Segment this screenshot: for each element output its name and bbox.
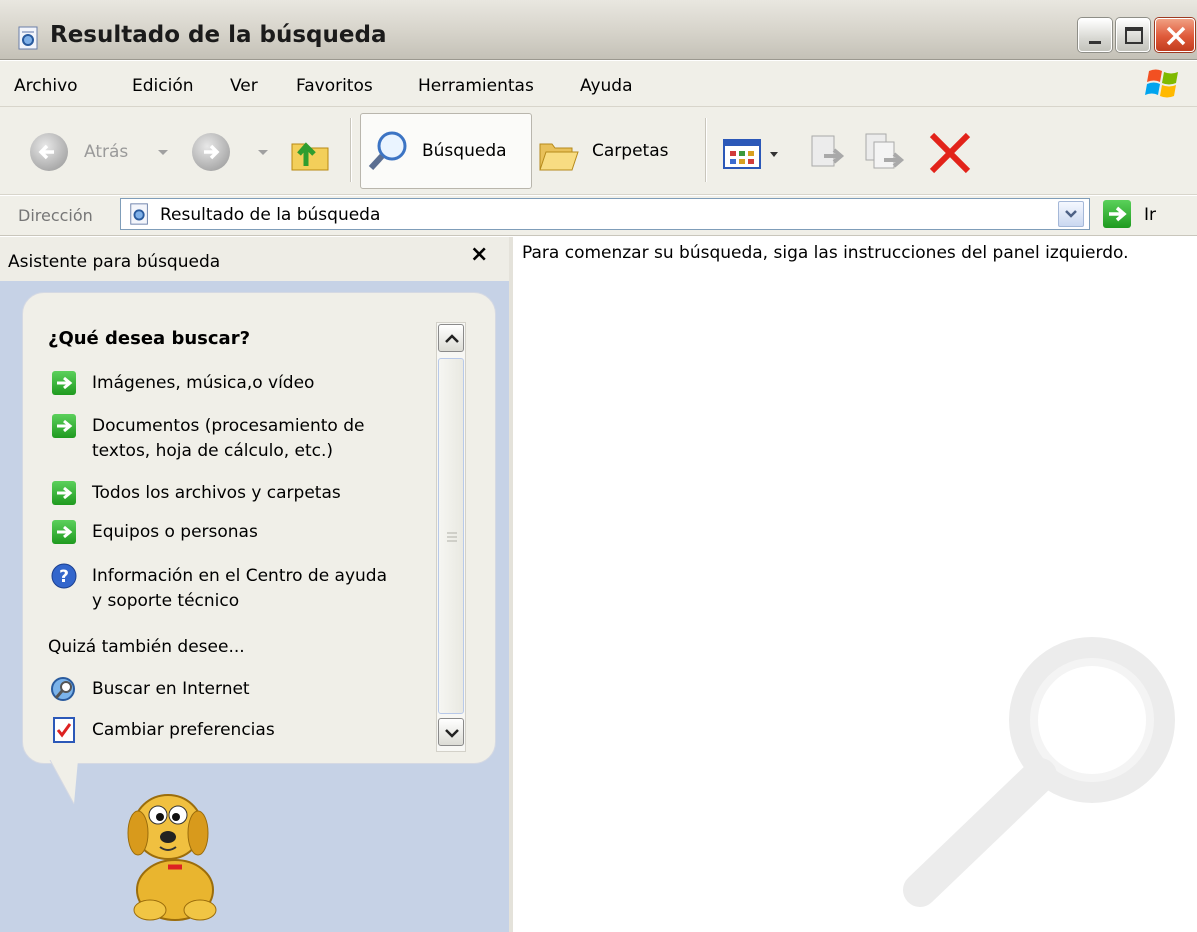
close-icon: [1166, 26, 1186, 46]
back-button[interactable]: Atrás: [26, 130, 176, 174]
up-folder-button[interactable]: [288, 128, 336, 176]
go-button[interactable]: [1103, 200, 1131, 228]
also-heading: Quizá también desee...: [48, 637, 245, 657]
chevron-down-icon: [1065, 210, 1077, 218]
folders-icon: [539, 143, 579, 171]
magnifier-watermark-icon: [903, 637, 1175, 907]
option-internet-search[interactable]: Buscar en Internet: [92, 678, 250, 700]
minimize-button[interactable]: [1078, 18, 1112, 52]
option-media[interactable]: Imágenes, música,o vídeo: [92, 372, 314, 394]
move-to-button[interactable]: [804, 130, 850, 176]
forward-dropdown-icon: [258, 150, 268, 155]
maximize-icon: [1125, 27, 1143, 44]
close-panel-button[interactable]: ×: [470, 242, 488, 267]
forward-button[interactable]: [190, 130, 270, 174]
menu-edicion[interactable]: Edición: [132, 76, 194, 96]
help-icon: ?: [51, 563, 77, 589]
address-label: Dirección: [18, 206, 93, 225]
preferences-icon: [53, 717, 75, 743]
green-arrow-icon: [52, 371, 76, 395]
panel-header-title: Asistente para búsqueda: [8, 252, 221, 272]
menu-ayuda[interactable]: Ayuda: [580, 76, 633, 96]
search-label: Búsqueda: [422, 141, 507, 161]
back-arrow-icon: [30, 133, 68, 171]
scroll-up-button[interactable]: [438, 324, 464, 352]
option-computers-people[interactable]: Equipos o personas: [92, 521, 258, 543]
option-documents-line2[interactable]: textos, hoja de cálculo, etc.): [92, 440, 333, 462]
chevron-down-icon: [445, 729, 459, 738]
chevron-up-icon: [445, 334, 459, 343]
scrollbar-thumb[interactable]: [438, 358, 464, 714]
option-help-center-line2[interactable]: y soporte técnico: [92, 590, 239, 612]
green-arrow-icon: [52, 520, 76, 544]
back-label: Atrás: [84, 142, 129, 162]
menu-herramientas[interactable]: Herramientas: [418, 76, 534, 96]
go-label[interactable]: Ir: [1144, 205, 1156, 225]
scroll-down-button[interactable]: [438, 718, 464, 746]
green-arrow-icon: [52, 481, 76, 505]
magnifier-icon: [368, 131, 407, 171]
views-button[interactable]: [720, 134, 790, 174]
menu-ver[interactable]: Ver: [230, 76, 258, 96]
views-icon: [723, 139, 778, 169]
maximize-button[interactable]: [1116, 18, 1150, 52]
grip-icon: [447, 532, 457, 542]
option-preferences[interactable]: Cambiar preferencias: [92, 719, 275, 741]
go-arrow-icon: [1109, 206, 1127, 222]
minimize-icon: [1089, 41, 1101, 44]
window-title: Resultado de la búsqueda: [50, 22, 387, 48]
move-to-icon: [811, 135, 845, 167]
copy-to-icon: [865, 133, 905, 169]
option-help-center[interactable]: Información en el Centro de ayuda: [92, 565, 387, 587]
address-value: Resultado de la búsqueda: [160, 205, 381, 225]
search-results-icon: [18, 26, 38, 50]
forward-arrow-icon: [192, 133, 230, 171]
folders-label: Carpetas: [592, 141, 669, 161]
svg-text:?: ?: [59, 567, 69, 587]
folder-up-icon: [291, 142, 329, 171]
windows-logo-icon: [1145, 69, 1178, 98]
internet-search-icon: [51, 677, 75, 701]
address-dropdown-button[interactable]: [1058, 201, 1084, 227]
dog-assistant-icon[interactable]: [100, 775, 250, 925]
option-documents[interactable]: Documentos (procesamiento de: [92, 415, 365, 437]
menu-favoritos[interactable]: Favoritos: [296, 76, 373, 96]
back-dropdown-icon: [158, 150, 168, 155]
results-instruction: Para comenzar su búsqueda, siga las inst…: [522, 243, 1129, 263]
copy-to-button[interactable]: [860, 130, 906, 176]
question-heading: ¿Qué desea buscar?: [48, 328, 251, 349]
search-results-icon: [130, 203, 148, 225]
speech-bubble-tail: [49, 760, 78, 805]
close-window-button[interactable]: [1155, 18, 1195, 52]
delete-icon: [929, 132, 971, 174]
green-arrow-icon: [52, 414, 76, 438]
menu-archivo[interactable]: Archivo: [14, 76, 78, 96]
toolbar-separator: [350, 118, 352, 182]
toolbar-separator: [705, 118, 707, 182]
option-all-files[interactable]: Todos los archivos y carpetas: [92, 482, 341, 504]
delete-button[interactable]: [926, 130, 974, 176]
